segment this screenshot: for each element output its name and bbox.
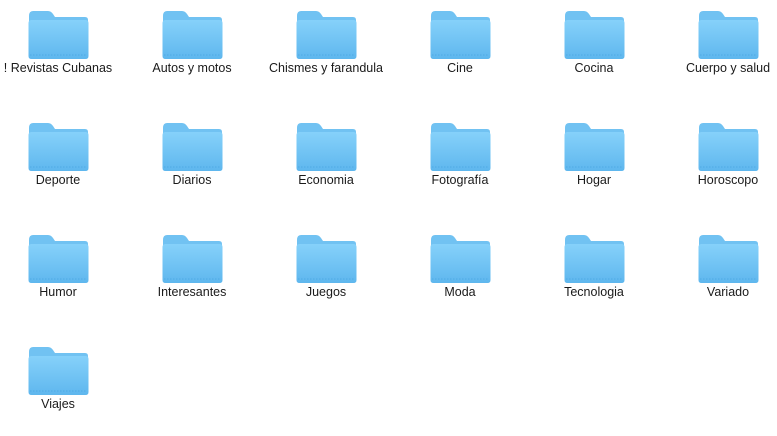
folder-label: Juegos — [305, 285, 347, 299]
folder-item[interactable]: Cuerpo y salud — [661, 0, 777, 106]
folder-icon — [28, 11, 89, 59]
folder-label: Cocina — [574, 61, 614, 75]
folder-label: Fotografía — [431, 173, 489, 187]
folder-item[interactable]: Chismes y farandula — [259, 0, 393, 106]
folder-icon — [296, 11, 357, 59]
folder-label: Chismes y farandula — [269, 61, 383, 75]
folder-label: Moda — [444, 285, 476, 299]
folder-item[interactable]: Diarios — [125, 112, 259, 218]
folder-icon — [162, 11, 223, 59]
folder-icon — [698, 123, 759, 171]
folder-item[interactable]: Cine — [393, 0, 527, 106]
folder-item[interactable]: Horoscopo — [661, 112, 777, 218]
folder-label: Economia — [298, 173, 354, 187]
folder-item[interactable]: Deporte — [0, 112, 125, 218]
folder-icon — [296, 123, 357, 171]
folder-icon — [430, 11, 491, 59]
folder-label: Autos y motos — [152, 61, 232, 75]
folder-item[interactable]: Humor — [0, 224, 125, 330]
folder-icon — [698, 11, 759, 59]
folder-label: Humor — [39, 285, 77, 299]
folder-item[interactable]: Hogar — [527, 112, 661, 218]
folder-grid: ! Revistas Cubanas Autos y motos Chismes y… — [0, 0, 777, 436]
folder-item[interactable]: Economia — [259, 112, 393, 218]
folder-label: Hogar — [576, 173, 612, 187]
folder-item[interactable]: Interesantes — [125, 224, 259, 330]
folder-item[interactable]: Juegos — [259, 224, 393, 330]
folder-label: Cine — [447, 61, 473, 75]
folder-item[interactable]: ! Revistas Cubanas — [0, 0, 125, 106]
folder-icon — [296, 235, 357, 283]
folder-item[interactable]: Fotografía — [393, 112, 527, 218]
folder-icon — [698, 235, 759, 283]
folder-item[interactable]: Moda — [393, 224, 527, 330]
folder-icon — [430, 235, 491, 283]
folder-label: Tecnologia — [564, 285, 624, 299]
folder-icon — [162, 235, 223, 283]
folder-label: Viajes — [41, 397, 75, 411]
folder-label: Variado — [706, 285, 750, 299]
folder-label: Cuerpo y salud — [685, 61, 771, 75]
folder-label: ! Revistas Cubanas — [3, 61, 113, 75]
folder-item[interactable]: Cocina — [527, 0, 661, 106]
folder-icon — [564, 235, 625, 283]
folder-icon — [162, 123, 223, 171]
folder-icon — [28, 123, 89, 171]
folder-label: Interesantes — [157, 285, 227, 299]
folder-icon — [564, 123, 625, 171]
folder-item[interactable]: Tecnologia — [527, 224, 661, 330]
folder-item[interactable]: Variado — [661, 224, 777, 330]
folder-label: Deporte — [35, 173, 81, 187]
folder-icon — [430, 123, 491, 171]
folder-icon — [28, 347, 89, 395]
folder-label: Diarios — [172, 173, 212, 187]
folder-icon — [564, 11, 625, 59]
folder-label: Horoscopo — [697, 173, 759, 187]
folder-icon — [28, 235, 89, 283]
folder-item[interactable]: Autos y motos — [125, 0, 259, 106]
folder-item[interactable]: Viajes — [0, 336, 125, 436]
